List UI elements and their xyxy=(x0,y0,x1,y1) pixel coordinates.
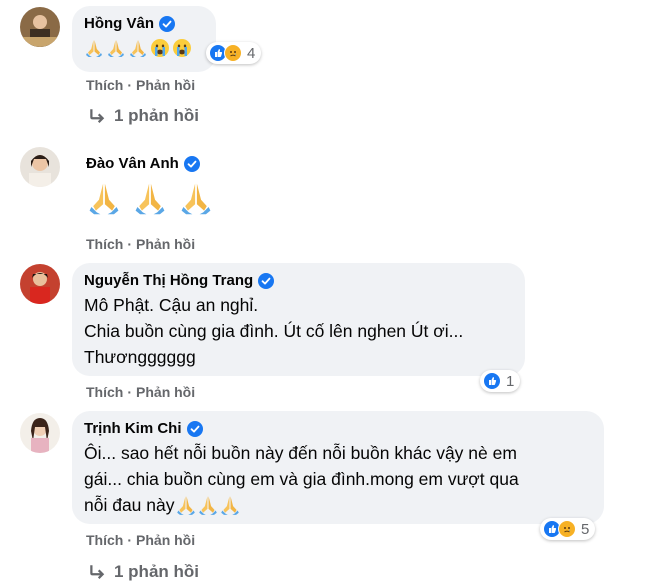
reply-link[interactable]: Phản hồi xyxy=(136,532,195,548)
comment-actions: Thích · Phản hồi xyxy=(86,384,195,400)
sad-reaction-icon xyxy=(224,44,242,62)
reply-link[interactable]: Phản hồi xyxy=(136,384,195,400)
like-link[interactable]: Thích xyxy=(86,532,123,548)
view-replies-link[interactable]: 1 phản hồi xyxy=(88,106,199,126)
reaction-count: 1 xyxy=(506,372,515,390)
reaction-count: 4 xyxy=(247,44,256,62)
comment-author[interactable]: Đào Vân Anh xyxy=(86,154,179,174)
praying-hands-icon xyxy=(219,494,241,516)
avatar[interactable] xyxy=(20,7,60,47)
verified-badge-icon xyxy=(159,16,175,32)
comment-bubble: Trịnh Kim Chi Ôi... sao hết nỗi buồn này… xyxy=(72,411,604,524)
replies-count-label: 1 phản hồi xyxy=(114,106,199,125)
separator-dot: · xyxy=(127,236,133,252)
comment-header: Đào Vân Anh xyxy=(86,154,200,174)
reply-arrow-icon xyxy=(88,563,106,581)
comment-author[interactable]: Nguyễn Thị Hồng Trang xyxy=(84,271,253,291)
comment-author[interactable]: Trịnh Kim Chi xyxy=(84,419,182,439)
reply-link[interactable]: Phản hồi xyxy=(136,77,195,93)
comment-emoji xyxy=(84,38,204,58)
like-link[interactable]: Thích xyxy=(86,77,123,93)
comment-text-line: Ôi... sao hết nỗi buồn này đến nỗi buồn … xyxy=(84,443,517,463)
comment-text: Mô Phật. Cậu an nghỉ. Chia buồn cùng gia… xyxy=(84,292,513,370)
reactions-summary[interactable]: 1 xyxy=(480,370,521,392)
reply-link[interactable]: Phản hồi xyxy=(136,236,195,252)
comment-actions: Thích · Phản hồi xyxy=(86,532,195,548)
comment-bubble: Hồng Vân xyxy=(72,6,216,72)
comment-text-line: Mô Phật. Cậu an nghỉ. xyxy=(84,295,259,315)
praying-hands-icon xyxy=(132,180,168,216)
reactions-summary[interactable]: 5 xyxy=(540,518,596,540)
comment-text: Ôi... sao hết nỗi buồn này đến nỗi buồn … xyxy=(84,440,592,518)
like-reaction-icon xyxy=(483,372,501,390)
sad-reaction-icon xyxy=(558,520,576,538)
praying-hands-icon xyxy=(106,38,126,58)
praying-hands-icon xyxy=(175,494,197,516)
verified-badge-icon xyxy=(187,421,203,437)
comment-bubble: Nguyễn Thị Hồng Trang Mô Phật. Cậu an ng… xyxy=(72,263,525,376)
avatar[interactable] xyxy=(20,413,60,453)
avatar[interactable] xyxy=(20,147,60,187)
avatar[interactable] xyxy=(20,264,60,304)
view-replies-link[interactable]: 1 phản hồi xyxy=(88,562,199,582)
crying-face-icon xyxy=(150,38,170,58)
praying-hands-icon xyxy=(128,38,148,58)
comment-text-line-wrap: nỗi đau này xyxy=(84,492,592,518)
separator-dot: · xyxy=(127,532,133,548)
reactions-summary[interactable]: 4 xyxy=(206,42,262,64)
comment-emoji xyxy=(86,180,214,216)
replies-count-label: 1 phản hồi xyxy=(114,562,199,581)
comment-actions: Thích · Phản hồi xyxy=(86,77,195,93)
crying-face-icon xyxy=(172,38,192,58)
praying-hands-icon xyxy=(84,38,104,58)
praying-hands-icon xyxy=(197,494,219,516)
praying-hands-icon xyxy=(178,180,214,216)
like-link[interactable]: Thích xyxy=(86,236,123,252)
verified-badge-icon xyxy=(258,273,274,289)
comment-actions: Thích · Phản hồi xyxy=(86,236,195,252)
comment-text-line: gái... chia buồn cùng em và gia đình.mon… xyxy=(84,469,519,489)
comment-text-line: Thươngggggg xyxy=(84,347,196,367)
like-link[interactable]: Thích xyxy=(86,384,123,400)
comment-text-line: Chia buồn cùng gia đình. Út cố lên nghen… xyxy=(84,321,464,341)
comment-author[interactable]: Hồng Vân xyxy=(84,14,154,34)
comment-text-line: nỗi đau này xyxy=(84,495,175,515)
separator-dot: · xyxy=(127,77,133,93)
verified-badge-icon xyxy=(184,156,200,172)
reaction-count: 5 xyxy=(581,520,590,538)
reply-arrow-icon xyxy=(88,107,106,125)
praying-hands-icon xyxy=(86,180,122,216)
separator-dot: · xyxy=(127,384,133,400)
